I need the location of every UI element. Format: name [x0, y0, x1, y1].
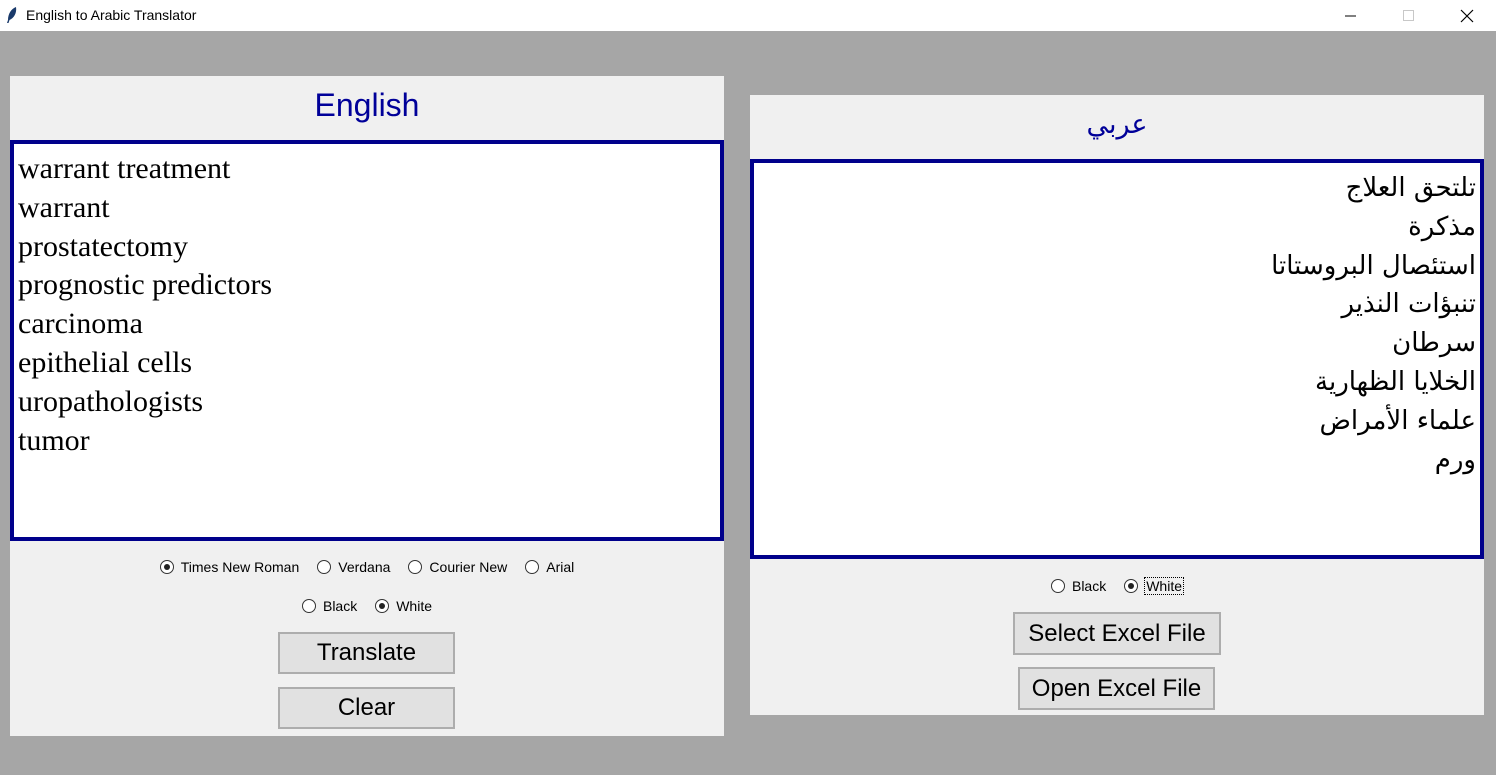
font-option-courier[interactable]: Courier New [408, 559, 507, 575]
arabic-heading: عربي [1086, 109, 1148, 139]
font-radio-group: Times New Roman Verdana Courier New Aria… [10, 559, 724, 575]
arabic-panel: عربي تلتحق العلاج مذكرة استئصال البروستا… [750, 95, 1484, 715]
font-option-label: Arial [546, 559, 575, 575]
english-input[interactable]: warrant treatment warrant prostatectomy … [10, 140, 724, 541]
radio-unchecked-icon[interactable] [317, 560, 332, 574]
feather-icon [7, 7, 17, 23]
english-line: carcinoma [18, 307, 143, 341]
english-line: warrant [18, 190, 110, 224]
open-excel-button[interactable]: Open Excel File [1018, 667, 1215, 710]
english-line: prognostic predictors [18, 268, 273, 302]
arabic-color-radio-group: Black White [750, 577, 1484, 595]
close-button[interactable] [1438, 0, 1496, 31]
font-option-label: Courier New [429, 559, 508, 575]
color-option-label: Black [1071, 578, 1107, 594]
close-icon [1460, 9, 1474, 22]
arabic-output[interactable]: تلتحق العلاج مذكرة استئصال البروستاتا تن… [750, 159, 1484, 559]
arabic-line: تلتحق العلاج [1345, 173, 1476, 203]
english-panel: English warrant treatment warrant prosta… [10, 76, 724, 736]
english-heading: English [314, 87, 420, 123]
english-line: uropathologists [18, 384, 203, 418]
font-option-arial[interactable]: Arial [525, 559, 574, 575]
radio-unchecked-icon[interactable] [525, 560, 540, 574]
select-excel-button[interactable]: Select Excel File [1013, 612, 1221, 655]
english-line: epithelial cells [18, 345, 193, 379]
color-option-white[interactable]: White [375, 598, 432, 614]
radio-checked-icon[interactable] [1124, 579, 1139, 593]
font-option-label: Verdana [338, 559, 391, 575]
arabic-line: مذكرة [1408, 211, 1476, 242]
color-option-white[interactable]: White [1124, 577, 1185, 595]
color-option-label: White [1144, 577, 1185, 595]
maximize-icon [1403, 9, 1414, 21]
translate-button[interactable]: Translate [278, 632, 455, 674]
english-line: prostatectomy [18, 229, 188, 263]
arabic-line: علماء الأمراض [1319, 405, 1476, 436]
arabic-line: استئصال البروستاتا [1271, 250, 1476, 281]
minimize-button[interactable] [1322, 0, 1380, 31]
color-option-label: Black [322, 598, 358, 614]
font-option-times[interactable]: Times New Roman [159, 559, 300, 575]
radio-checked-icon[interactable] [375, 599, 390, 613]
color-option-black[interactable]: Black [1050, 578, 1107, 594]
arabic-line: سرطان [1392, 328, 1476, 359]
font-option-verdana[interactable]: Verdana [317, 559, 390, 575]
english-line: tumor [18, 423, 90, 457]
arabic-line: الخلايا الظهارية [1315, 366, 1476, 397]
english-color-radio-group: Black White [10, 598, 724, 614]
window-title: English to Arabic Translator [26, 7, 197, 23]
arabic-line: تنبؤات النذير [1341, 289, 1476, 320]
minimize-icon [1345, 15, 1356, 16]
radio-unchecked-icon[interactable] [301, 599, 316, 613]
font-option-label: Times New Roman [180, 559, 300, 575]
clear-button[interactable]: Clear [278, 687, 455, 729]
title-bar: English to Arabic Translator [0, 0, 1496, 31]
radio-unchecked-icon[interactable] [1050, 579, 1065, 593]
english-line: warrant treatment [18, 152, 231, 185]
color-option-label: White [396, 598, 433, 614]
radio-unchecked-icon[interactable] [408, 560, 423, 574]
color-option-black[interactable]: Black [301, 598, 358, 614]
maximize-button[interactable] [1380, 0, 1438, 31]
arabic-line: ورم [1434, 444, 1476, 475]
radio-checked-icon[interactable] [159, 560, 174, 574]
